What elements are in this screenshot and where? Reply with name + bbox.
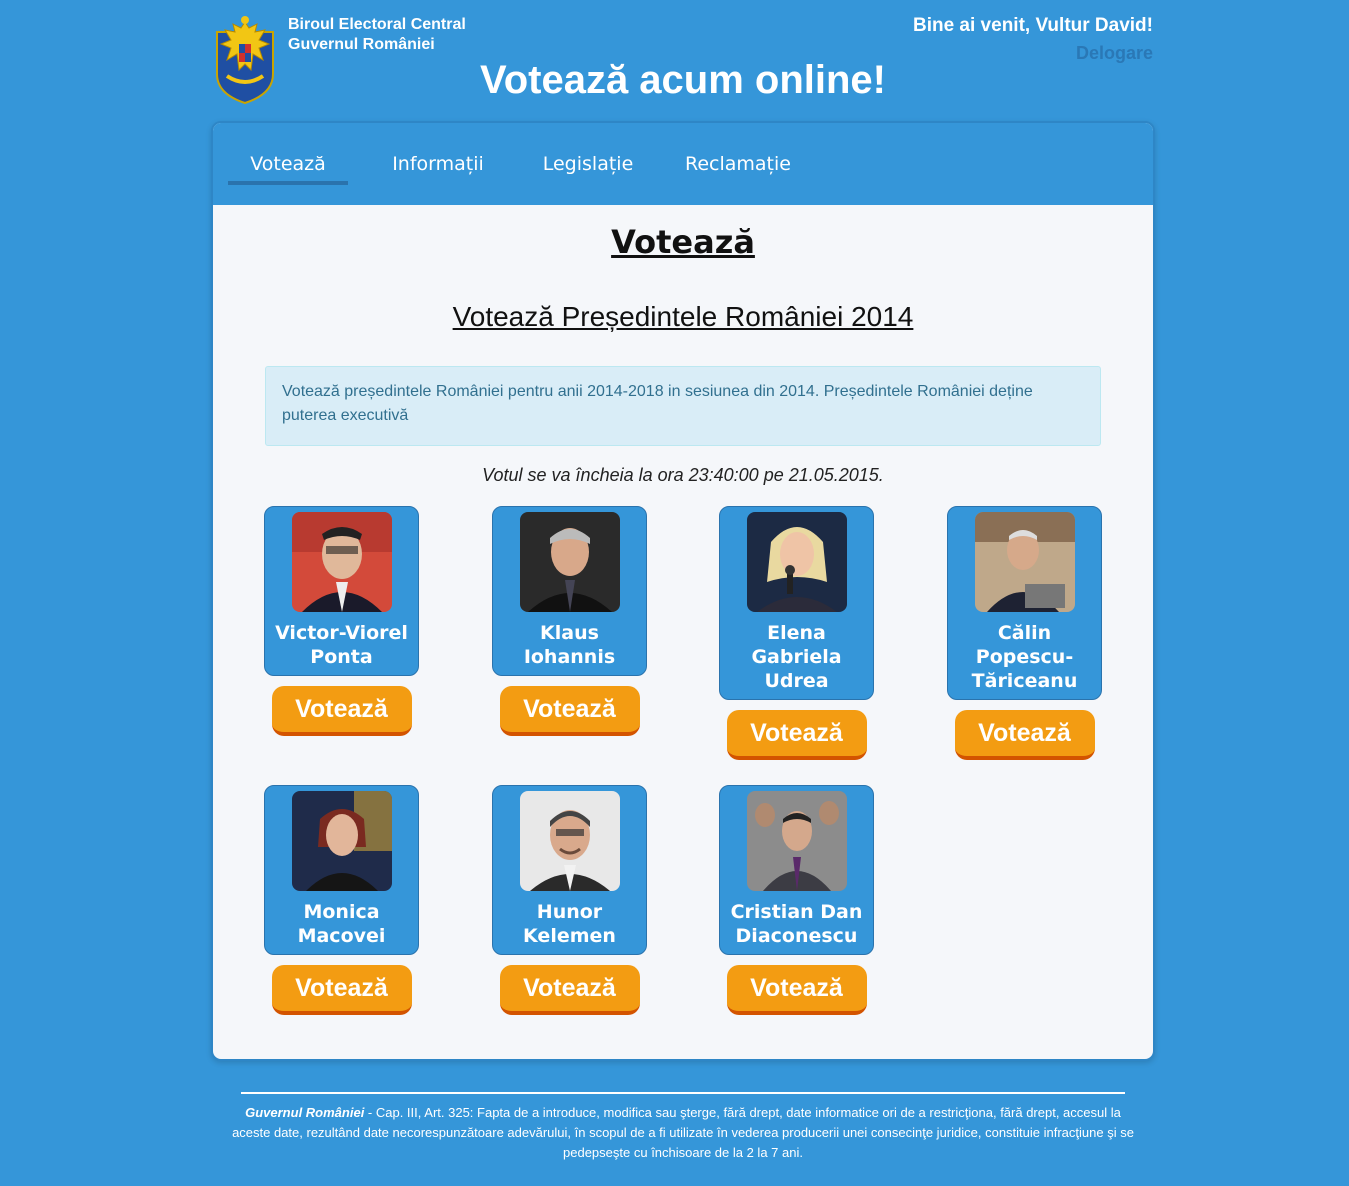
candidate-box[interactable]: Hunor Kelemen xyxy=(492,785,647,955)
site-title: Votează acum online! xyxy=(479,58,886,102)
candidate-name-line: Popescu- xyxy=(975,646,1074,668)
candidate-name: Monica Macovei xyxy=(265,900,418,948)
candidate-name-line: Victor-Viorel xyxy=(275,622,408,644)
vote-button[interactable]: Votează xyxy=(954,710,1095,760)
vote-button[interactable]: Votează xyxy=(499,686,640,736)
organization-line-2: Guvernul României xyxy=(288,36,435,53)
vote-deadline: Votul se va încheia la ora 23:40:00 pe 2… xyxy=(482,465,884,485)
nav-tab-voteaza[interactable]: Votează xyxy=(228,153,348,185)
candidate-card: Monica Macovei Votează xyxy=(264,785,419,1015)
candidate-card: Hunor Kelemen Votează xyxy=(492,785,647,1015)
candidate-photo xyxy=(974,512,1075,612)
organization-line-1: Biroul Electoral Central xyxy=(288,16,466,33)
candidate-box[interactable]: Klaus Iohannis xyxy=(492,506,647,676)
candidate-box[interactable]: Călin Popescu- Tăriceanu xyxy=(947,506,1102,700)
candidate-name-line: Macovei xyxy=(297,925,386,947)
welcome-message: Bine ai venit, Vultur David! xyxy=(913,15,1153,37)
page-title: Votează xyxy=(611,223,755,261)
candidate-box[interactable]: Cristian Dan Diaconescu xyxy=(719,785,874,955)
candidate-name-line: Iohannis xyxy=(523,646,616,668)
candidate-photo xyxy=(746,791,847,891)
footer-source: Guvernul României xyxy=(245,1105,365,1120)
candidate-name-line: Cristian Dan xyxy=(730,901,863,923)
candidate-name: Elena Gabriela Udrea xyxy=(720,621,873,693)
vote-button[interactable]: Votează xyxy=(271,686,412,736)
candidate-name-line: Elena xyxy=(767,622,826,644)
welcome-prefix: Bine ai venit, xyxy=(912,15,1031,36)
candidate-name-line: Diaconescu xyxy=(735,925,858,947)
candidate-name-line: Kelemen xyxy=(523,925,616,947)
candidate-name-line: Udrea xyxy=(764,670,829,692)
vote-button[interactable]: Votează xyxy=(726,710,867,760)
vote-button[interactable]: Votează xyxy=(499,965,640,1015)
candidate-name-line: Klaus xyxy=(540,622,599,644)
candidate-name: Hunor Kelemen xyxy=(493,900,646,948)
candidate-card: Klaus Iohannis Votează xyxy=(492,506,647,736)
candidate-photo xyxy=(519,512,620,612)
header: Biroul Electoral Central Guvernul Români… xyxy=(0,0,1349,120)
candidate-photo xyxy=(291,512,392,612)
candidate-name: Klaus Iohannis xyxy=(493,621,646,669)
candidate-box[interactable]: Victor-Viorel Ponta xyxy=(264,506,419,676)
candidate-name-line: Călin xyxy=(997,622,1052,644)
organization-name: Biroul Electoral Central Guvernul Români… xyxy=(288,15,466,55)
candidate-card: Victor-Viorel Ponta Votează xyxy=(264,506,419,736)
candidate-name-line: Hunor xyxy=(536,901,603,923)
candidate-card: Cristian Dan Diaconescu Votează xyxy=(719,785,874,1015)
candidate-photo xyxy=(519,791,620,891)
vote-button[interactable]: Votează xyxy=(271,965,412,1015)
nav-tab-reclamatie[interactable]: Reclamație xyxy=(678,153,798,175)
vote-button[interactable]: Votează xyxy=(726,965,867,1015)
nav-tab-informatii[interactable]: Informații xyxy=(378,153,498,175)
candidate-card: Elena Gabriela Udrea Votează xyxy=(719,506,874,760)
footer: Guvernul României - Cap. III, Art. 325: … xyxy=(225,1103,1141,1163)
info-alert: Votează președintele României pentru ani… xyxy=(265,366,1101,446)
candidate-box[interactable]: Monica Macovei xyxy=(264,785,419,955)
user-name: Vultur David! xyxy=(1035,15,1153,36)
candidate-card: Călin Popescu- Tăriceanu Votează xyxy=(947,506,1102,760)
main-card: Votează Informații Legislație Reclamație… xyxy=(211,121,1155,1061)
main-nav: Votează Informații Legislație Reclamație xyxy=(213,123,1153,205)
footer-divider xyxy=(241,1092,1125,1094)
candidate-name: Cristian Dan Diaconescu xyxy=(720,900,873,948)
candidate-name: Victor-Viorel Ponta xyxy=(265,621,418,669)
footer-legal-text: - Cap. III, Art. 325: Fapta de a introdu… xyxy=(232,1105,1134,1160)
candidate-name-line: Gabriela xyxy=(751,646,842,668)
election-title: Votează Președintele României 2014 xyxy=(452,301,914,332)
candidate-name-line: Tăriceanu xyxy=(971,670,1078,692)
candidate-name: Călin Popescu- Tăriceanu xyxy=(948,621,1101,693)
candidate-name-line: Monica xyxy=(303,901,380,923)
candidate-photo xyxy=(291,791,392,891)
nav-tab-legislatie[interactable]: Legislație xyxy=(528,153,648,175)
candidate-photo xyxy=(746,512,847,612)
candidate-name-line: Ponta xyxy=(310,646,373,668)
candidate-box[interactable]: Elena Gabriela Udrea xyxy=(719,506,874,700)
